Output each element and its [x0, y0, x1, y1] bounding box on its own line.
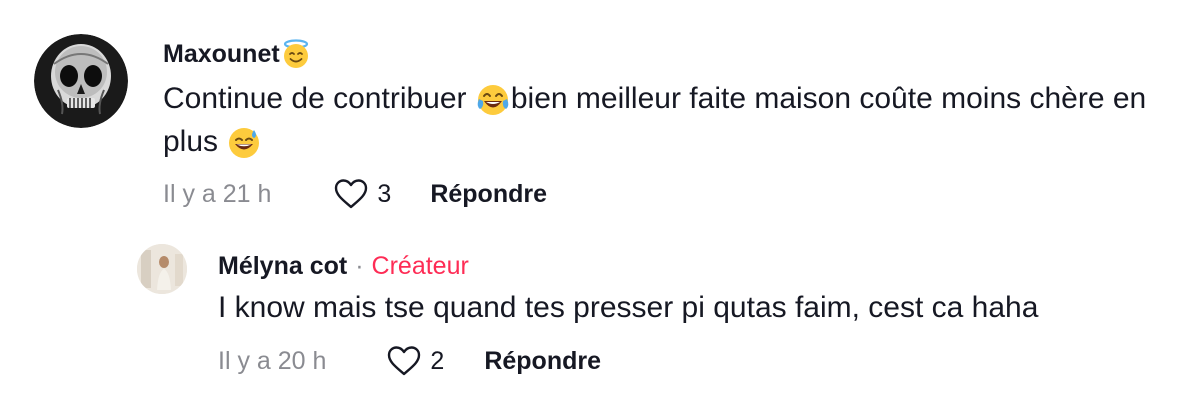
- creator-badge: Créateur: [371, 252, 469, 280]
- like-button[interactable]: 3: [333, 178, 391, 210]
- user-photo-avatar-icon: [137, 244, 187, 294]
- reply-text: I know mais tse quand tes presser pi qut…: [218, 291, 1039, 324]
- comment-text-part1: Continue de contribuer: [163, 82, 475, 115]
- reply-button[interactable]: Répondre: [484, 347, 601, 376]
- comment-actions: Il y a 21 h 3 Répondre: [163, 176, 547, 212]
- reply-actions: Il y a 20 h 2 Répondre: [218, 343, 601, 379]
- comment-item: Maxounet Continue de contribuer bien mei…: [0, 0, 1188, 230]
- heart-outline-icon: [386, 345, 422, 377]
- like-count: 3: [377, 179, 392, 208]
- reply-item: Mélyna cot · Créateur I know mais tse qu…: [0, 230, 1188, 414]
- smiling-face-with-halo-icon: [280, 38, 312, 70]
- like-count: 2: [430, 346, 445, 375]
- reply-timestamp: Il y a 20 h: [218, 346, 327, 375]
- comment-timestamp: Il y a 21 h: [163, 179, 272, 208]
- separator-dot: ·: [355, 252, 364, 280]
- comment-text: Continue de contribuer bien meilleur fai…: [163, 77, 1153, 163]
- reply-username-row: Mélyna cot · Créateur: [218, 252, 469, 281]
- like-button[interactable]: 2: [386, 345, 444, 377]
- reply-button[interactable]: Répondre: [430, 180, 547, 209]
- tears-of-joy-icon: [475, 82, 511, 118]
- grinning-face-with-sweat-icon: [226, 125, 262, 161]
- heart-outline-icon: [333, 178, 369, 210]
- reply-username[interactable]: Mélyna cot: [218, 252, 347, 281]
- avatar[interactable]: [137, 244, 187, 294]
- avatar[interactable]: [34, 34, 128, 128]
- username-text: Maxounet: [163, 39, 280, 68]
- comment-username[interactable]: Maxounet: [163, 38, 312, 70]
- skull-avatar-icon: [34, 34, 128, 128]
